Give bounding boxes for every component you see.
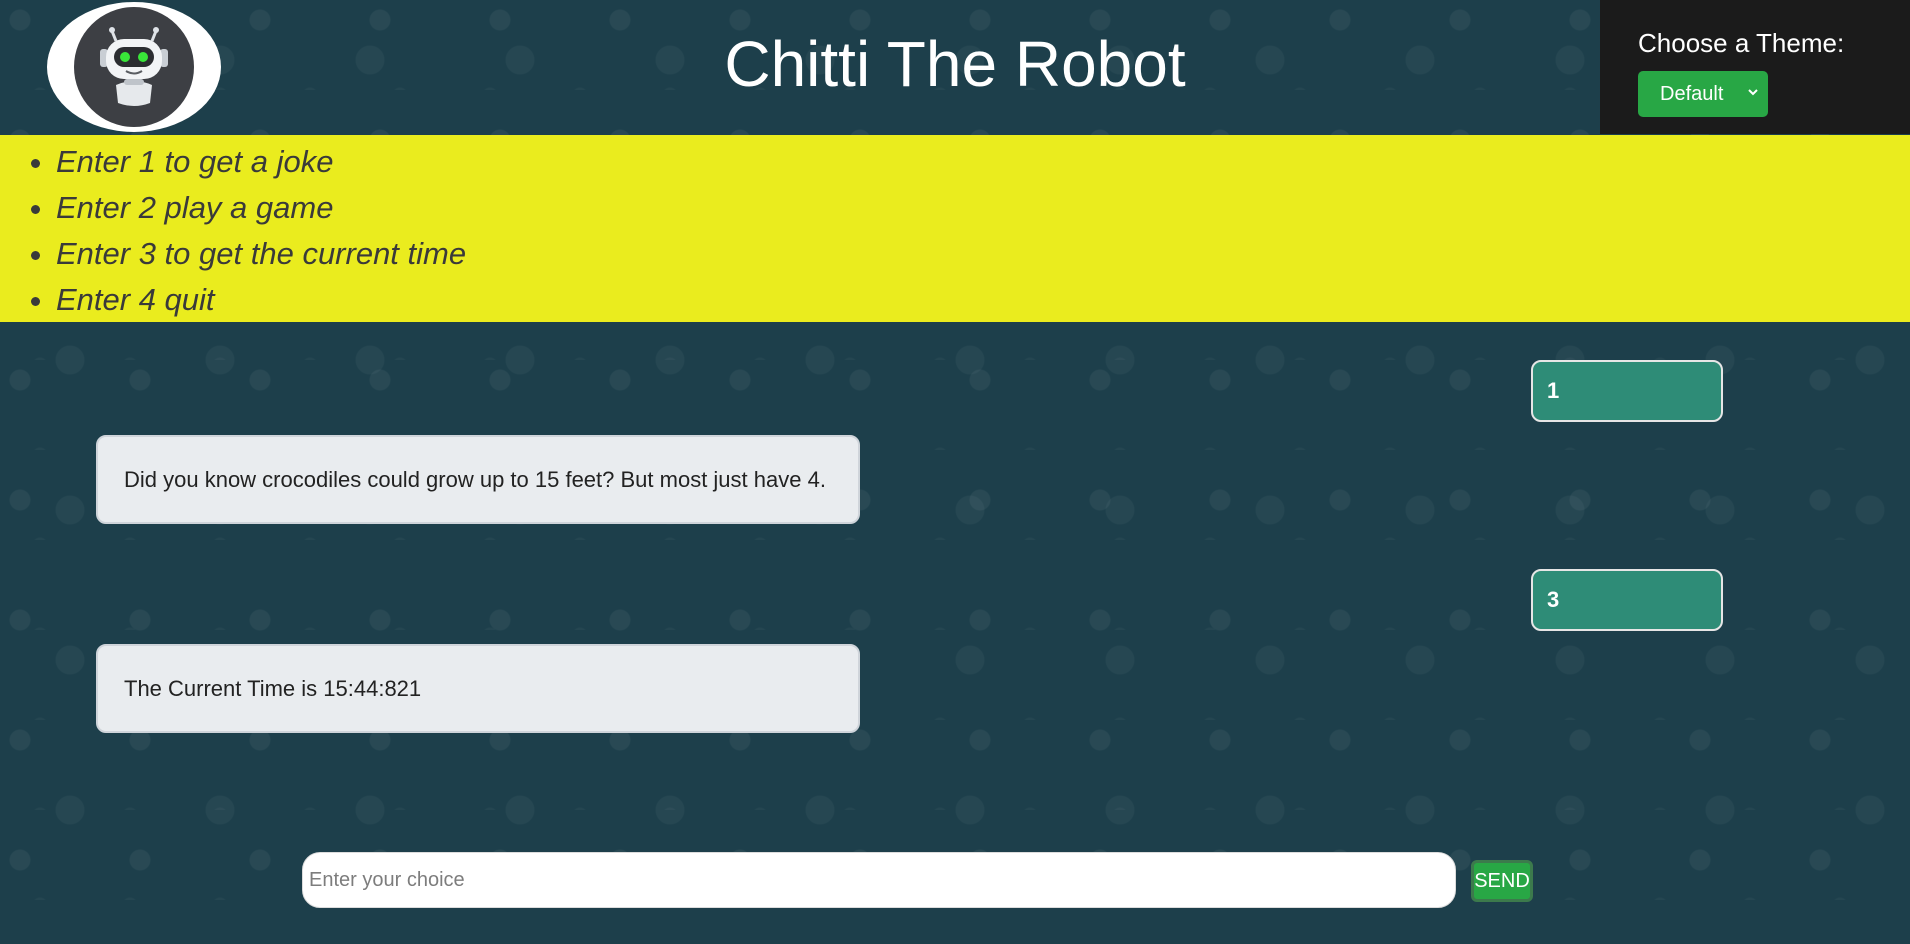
theme-panel: Choose a Theme: Default [1600,0,1910,134]
instructions-list: Enter 1 to get a joke Enter 2 play a gam… [0,135,1910,323]
choice-input[interactable] [302,852,1456,908]
chevron-down-icon [1746,82,1760,105]
user-message: 3 [1531,569,1723,631]
theme-dropdown[interactable]: Default [1638,71,1768,117]
bot-message: The Current Time is 15:44:821 [96,644,860,733]
user-message: 1 [1531,360,1723,422]
theme-selected-value: Default [1660,82,1724,105]
header: Chitti The Robot Choose a Theme: Default [0,0,1910,134]
instruction-item: Enter 3 to get the current time [56,231,1910,277]
theme-label: Choose a Theme: [1638,28,1845,58]
chat-area: 1 Did you know crocodiles could grow up … [0,322,1910,832]
instruction-item: Enter 2 play a game [56,185,1910,231]
send-button[interactable]: SEND [1471,860,1533,902]
instruction-item: Enter 4 quit [56,277,1910,323]
input-row: SEND [0,850,1910,910]
instructions-menu: Enter 1 to get a joke Enter 2 play a gam… [0,135,1910,322]
instruction-item: Enter 1 to get a joke [56,139,1910,185]
bot-message: Did you know crocodiles could grow up to… [96,435,860,524]
